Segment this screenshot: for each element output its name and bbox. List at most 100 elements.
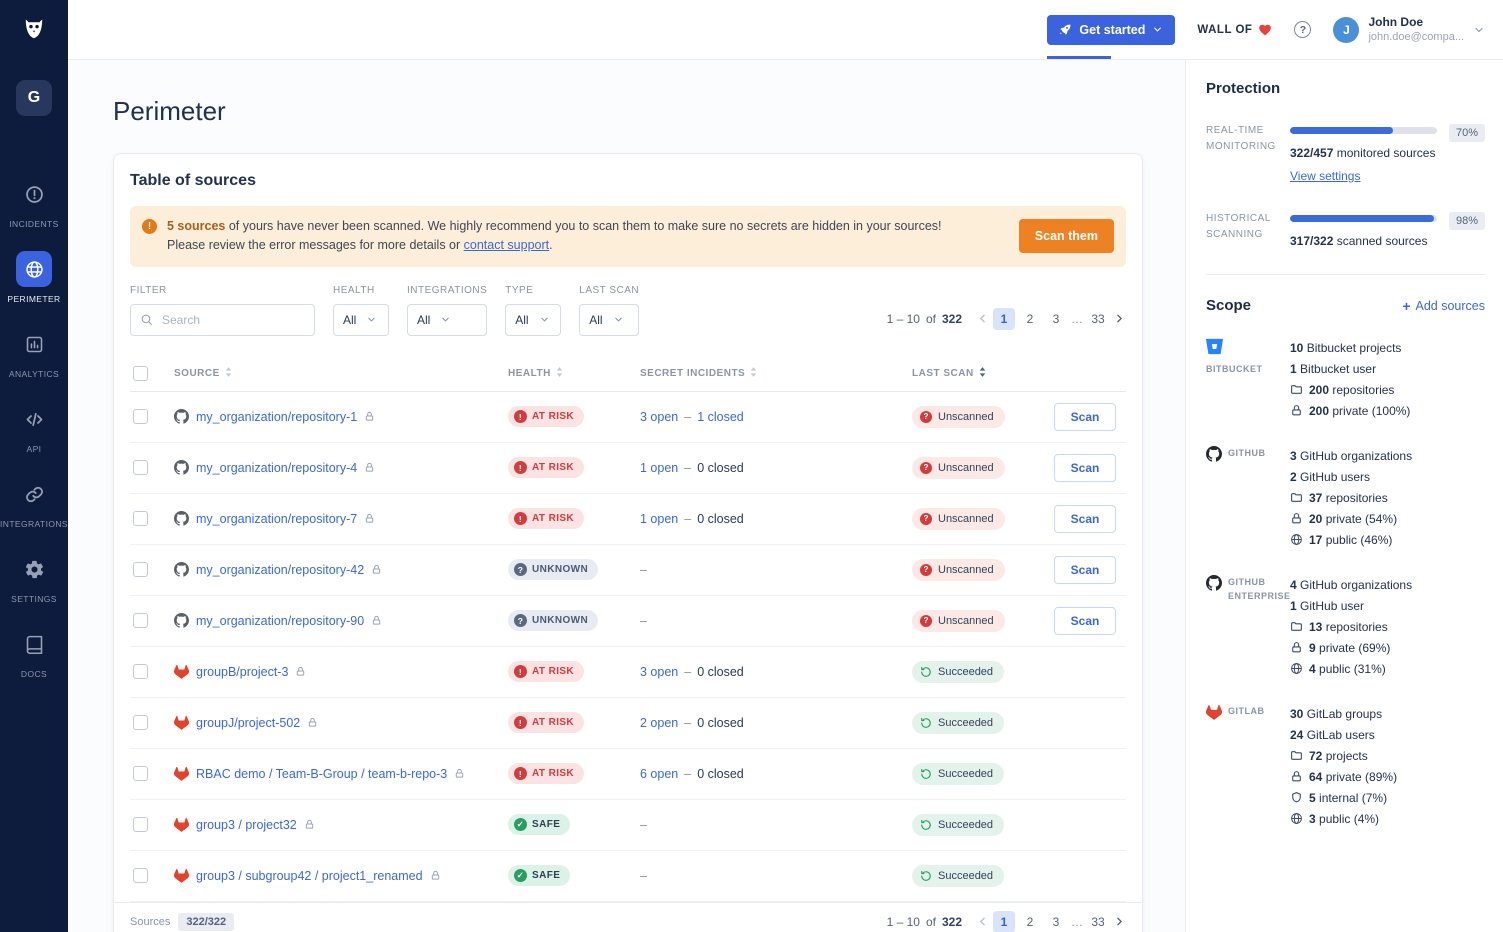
page-number-2[interactable]: 2: [1019, 308, 1041, 330]
page-number-last[interactable]: 33: [1087, 911, 1109, 932]
metric-label: REAL-TIME MONITORING: [1206, 123, 1290, 185]
total-text: 322: [942, 312, 962, 326]
gitlab-icon: [174, 766, 189, 781]
scan-button[interactable]: Scan: [1054, 607, 1116, 635]
page-ellipsis: …: [1071, 312, 1083, 326]
question-icon: ?: [920, 411, 932, 423]
user-name: John Doe: [1368, 15, 1464, 31]
scan-button[interactable]: Scan: [1054, 505, 1116, 533]
row-checkbox[interactable]: [133, 715, 148, 730]
type-filter-select[interactable]: All: [505, 304, 561, 336]
source-link[interactable]: groupB/project-3: [196, 665, 288, 679]
scan-button[interactable]: Scan: [1054, 556, 1116, 584]
closed-incidents-link[interactable]: 1 closed: [697, 410, 744, 424]
page-number-1[interactable]: 1: [993, 911, 1015, 932]
lock-icon: [304, 819, 315, 830]
row-checkbox[interactable]: [133, 562, 148, 577]
get-started-button[interactable]: Get started: [1047, 15, 1175, 45]
source-link[interactable]: my_organization/repository-7: [196, 512, 357, 526]
table-row: group3 / project32 ✓SAFE – Succeeded: [130, 800, 1126, 851]
source-link[interactable]: my_organization/repository-1: [196, 410, 357, 424]
source-link[interactable]: group3 / subgroup42 / project1_renamed: [196, 869, 423, 883]
view-settings-link[interactable]: View settings: [1290, 169, 1360, 183]
column-header-incidents[interactable]: SECRET INCIDENTS: [640, 367, 912, 380]
row-checkbox[interactable]: [133, 664, 148, 679]
lock-icon: [454, 768, 465, 779]
open-incidents-link[interactable]: 3 open: [640, 410, 678, 424]
row-checkbox[interactable]: [133, 817, 148, 832]
help-icon[interactable]: ?: [1294, 21, 1311, 38]
table-row: RBAC demo / Team-B-Group / team-b-repo-3…: [130, 749, 1126, 800]
integrations-filter-select[interactable]: All: [407, 304, 487, 336]
sidebar-item-analytics[interactable]: ANALYTICS: [0, 326, 68, 379]
sidebar-item-incidents[interactable]: INCIDENTS: [0, 176, 68, 229]
page-number-2[interactable]: 2: [1019, 911, 1041, 932]
page-number-1[interactable]: 1: [993, 308, 1015, 330]
check-icon: ✓: [514, 818, 527, 831]
scope-line-repositories: 37 repositories: [1290, 488, 1485, 509]
total-text: 322: [942, 915, 962, 929]
gitguardian-owl-logo-icon[interactable]: [19, 14, 49, 44]
next-page-arrow[interactable]: [1113, 915, 1126, 928]
table-row: groupB/project-3 !AT RISK 3 open – 0 clo…: [130, 647, 1126, 698]
row-checkbox[interactable]: [133, 409, 148, 424]
next-page-arrow[interactable]: [1113, 312, 1126, 325]
sidebar-item-docs[interactable]: DOCS: [0, 626, 68, 679]
lock-icon: [364, 513, 375, 524]
source-link[interactable]: my_organization/repository-42: [196, 563, 364, 577]
open-incidents-link[interactable]: 1 open: [640, 512, 678, 526]
wall-of-love-link[interactable]: WALL OF: [1197, 23, 1272, 37]
banner-text: 5 sources of yours have never been scann…: [167, 217, 1009, 256]
folder-icon: [1290, 749, 1303, 762]
scan-button[interactable]: Scan: [1054, 403, 1116, 431]
select-all-checkbox[interactable]: [133, 366, 148, 381]
integrations-link-icon: [16, 476, 52, 512]
incidents-separator: –: [684, 461, 691, 475]
column-header-health[interactable]: HEALTH: [508, 367, 640, 380]
sidebar-item-integrations[interactable]: INTEGRATIONS: [0, 476, 68, 529]
open-incidents-link[interactable]: 2 open: [640, 716, 678, 730]
row-checkbox[interactable]: [133, 613, 148, 628]
page-number-3[interactable]: 3: [1045, 911, 1067, 932]
scan-them-button[interactable]: Scan them: [1019, 219, 1114, 253]
row-checkbox[interactable]: [133, 766, 148, 781]
user-menu[interactable]: J John Doe john.doe@compa...: [1333, 15, 1485, 44]
contact-support-link[interactable]: contact support: [464, 238, 549, 252]
source-link[interactable]: my_organization/repository-4: [196, 461, 357, 475]
scan-button[interactable]: Scan: [1054, 454, 1116, 482]
column-header-lastscan[interactable]: LAST SCAN: [912, 367, 1054, 380]
source-link[interactable]: groupJ/project-502: [196, 716, 300, 730]
prev-page-arrow[interactable]: [976, 312, 989, 325]
workspace-switcher[interactable]: G: [16, 80, 52, 116]
lock-icon: [307, 717, 318, 728]
sidebar-item-perimeter[interactable]: PERIMETER: [0, 251, 68, 304]
metric-count: 322/457 monitored sources: [1290, 146, 1437, 160]
column-header-source[interactable]: SOURCE: [174, 367, 508, 380]
github-enterprise-icon: [1206, 575, 1222, 591]
type-filter-label: TYPE: [505, 285, 561, 296]
open-incidents-link[interactable]: 3 open: [640, 665, 678, 679]
add-sources-button[interactable]: + Add sources: [1402, 299, 1485, 313]
row-checkbox[interactable]: [133, 460, 148, 475]
prev-page-arrow[interactable]: [976, 915, 989, 928]
source-link[interactable]: group3 / project32: [196, 818, 297, 832]
sources-card: Table of sources ! 5 sources of yours ha…: [113, 153, 1143, 932]
sidebar-label: INTEGRATIONS: [0, 519, 68, 529]
search-input[interactable]: [160, 312, 305, 328]
open-incidents-link[interactable]: 1 open: [640, 461, 678, 475]
scope-line-private: 9 private (69%): [1290, 638, 1485, 659]
lock-icon: [364, 411, 375, 422]
row-checkbox[interactable]: [133, 868, 148, 883]
page-number-3[interactable]: 3: [1045, 308, 1067, 330]
api-code-icon: [16, 401, 52, 437]
scope-line: 2 GitHub users: [1290, 467, 1485, 488]
row-checkbox[interactable]: [133, 511, 148, 526]
page-number-last[interactable]: 33: [1087, 308, 1109, 330]
sidebar-item-settings[interactable]: SETTINGS: [0, 551, 68, 604]
source-link[interactable]: RBAC demo / Team-B-Group / team-b-repo-3: [196, 767, 447, 781]
lastscan-filter-select[interactable]: All: [579, 304, 639, 336]
open-incidents-link[interactable]: 6 open: [640, 767, 678, 781]
sidebar-item-api[interactable]: API: [0, 401, 68, 454]
source-link[interactable]: my_organization/repository-90: [196, 614, 364, 628]
health-filter-select[interactable]: All: [333, 304, 389, 336]
